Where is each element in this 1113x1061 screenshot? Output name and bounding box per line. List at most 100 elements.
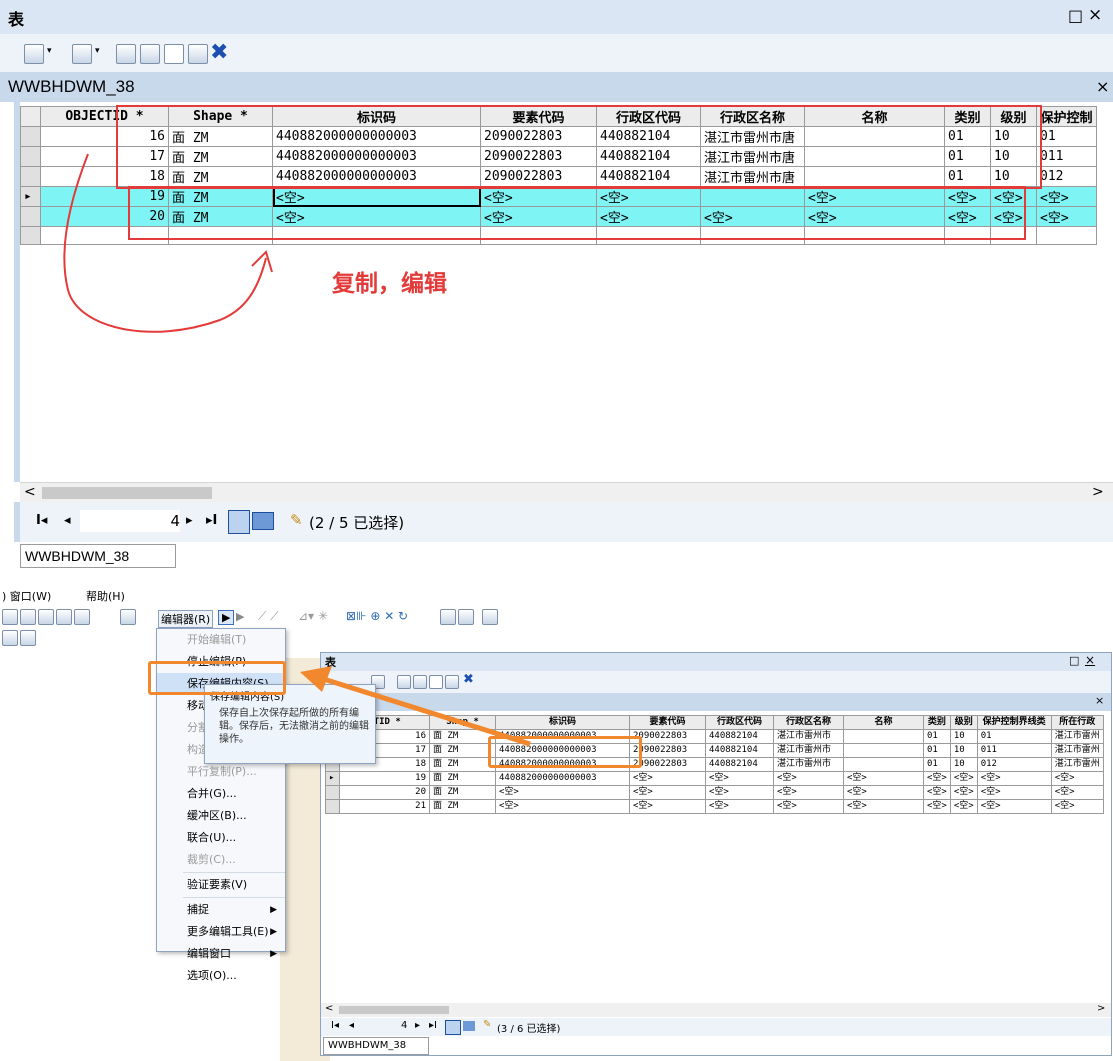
menu-options[interactable]: 选项(O)... [157,965,285,987]
cell-control[interactable]: 01 [1036,126,1097,147]
cell-level[interactable]: 10 [949,729,978,744]
col-header-name[interactable]: 名称 [843,715,924,730]
menu-snapping[interactable]: 捕捉 ▶ [157,899,285,921]
cell-region-code[interactable]: 440882104 [705,729,774,744]
cell-objectid[interactable]: 20 [339,785,430,800]
col-header-control[interactable]: 保护控制 [1036,106,1097,127]
menu-clip[interactable]: 裁剪(C)... [157,849,285,871]
previous-record-button[interactable]: ◂ [349,1020,354,1031]
cell-location[interactable]: 湛江市雷州 [1050,743,1104,758]
cell-region-code[interactable]: <空> [705,771,774,786]
cell-region-name[interactable]: <空> [773,799,844,814]
menu-union[interactable]: 联合(U)... [157,827,285,849]
toolbox-icon[interactable] [56,609,72,625]
split-icon[interactable]: ⊠⊪ ⊕ ✕ ↻ [346,609,408,623]
next-record-button[interactable]: ▸ [415,1020,420,1031]
cell-name[interactable] [843,743,924,758]
cell-control[interactable]: <空> [1036,206,1097,227]
scroll-left-icon[interactable]: < [24,484,36,500]
col-header-location[interactable]: 所在行政 [1050,715,1104,730]
switch-selection-icon[interactable] [140,44,160,64]
table-options-dropdown-icon[interactable]: ▾ [47,46,52,56]
cell-control[interactable]: 011 [976,743,1052,758]
scroll-left-icon[interactable]: < [325,1003,333,1014]
cell-location[interactable]: <空> [1050,799,1104,814]
table-tab-title[interactable]: WWBHDWM_38 [8,77,135,97]
cell-region-code[interactable]: 440882104 [705,743,774,758]
cell-shape[interactable]: 面 ZM [429,799,496,814]
search-window-icon[interactable] [38,609,54,625]
col-header-control-type[interactable]: 保护控制界线类 [976,715,1052,730]
menu-more-editing-tools[interactable]: 更多编辑工具(E) ▶ [157,921,285,943]
maximize-button[interactable]: □ [1068,6,1083,25]
first-record-button[interactable]: I◂ [36,513,47,528]
col-header-level[interactable]: 级别 [949,715,978,730]
cell-category[interactable]: 01 [923,729,951,744]
previous-record-button[interactable]: ◂ [64,513,71,528]
menu-buffer[interactable]: 缓冲区(B)... [157,805,285,827]
menu-merge[interactable]: 合并(G)... [157,783,285,805]
cell-category[interactable]: <空> [923,799,951,814]
scroll-right-icon[interactable]: > [1092,484,1104,500]
close-button[interactable]: × [1088,5,1102,25]
cell-category[interactable]: <空> [923,785,951,800]
layout-icon[interactable] [2,630,18,646]
related-tables-icon[interactable] [72,44,92,64]
cell-objectid[interactable]: 21 [339,799,430,814]
menu-window[interactable]: ) 窗口(W) [2,588,51,604]
cell-code[interactable]: <空> [495,799,630,814]
cell-name[interactable]: <空> [843,799,924,814]
cell-feature-code[interactable]: <空> [629,799,706,814]
table-row[interactable]: ▸ 19 面 ZM 440882000000000003 <空> <空> <空>… [325,771,1104,786]
table-row[interactable]: 20 面 ZM <空> <空> <空> <空> <空> <空> <空> <空> … [325,785,1104,800]
cell-name[interactable] [843,729,924,744]
cell-region-name[interactable]: 湛江市雷州市 [773,757,844,772]
related-tables-dropdown-icon[interactable]: ▾ [95,46,100,56]
construction-icon[interactable]: ⊿▾ ✳ [298,609,328,623]
menu-start-editing[interactable]: 开始编辑(T) [157,629,285,651]
cell-control[interactable]: <空> [976,771,1052,786]
inner-horizontal-scrollbar[interactable]: < > [321,1003,1111,1017]
cell-shape[interactable]: 面 ZM [429,771,496,786]
cell-location[interactable]: <空> [1050,771,1104,786]
inner-close-button[interactable]: × [1085,653,1095,667]
cell-control[interactable]: <空> [976,785,1052,800]
cell-control[interactable]: <空> [976,799,1052,814]
cell-level[interactable]: <空> [949,771,978,786]
col-header-region-name[interactable]: 行政区名称 [773,715,844,730]
cell-feature-code[interactable]: <空> [629,771,706,786]
cell-region-code[interactable]: 440882104 [705,757,774,772]
cell-category[interactable]: 01 [923,743,951,758]
show-all-records-icon[interactable] [445,1020,461,1035]
last-record-button[interactable]: ▸I [206,513,217,528]
inner-bottom-tab[interactable]: WWBHDWM_38 [323,1037,429,1055]
cell-control[interactable]: 011 [1036,146,1097,167]
show-all-records-icon[interactable] [228,510,250,534]
cell-region-name[interactable]: <空> [773,785,844,800]
row-selector-header[interactable] [20,106,41,127]
row-selector[interactable] [325,785,340,800]
col-header-category[interactable]: 类别 [923,715,951,730]
editor-menu-button[interactable]: 编辑器(R) [158,610,214,628]
last-record-button[interactable]: ▸I [429,1020,437,1031]
cell-level[interactable]: <空> [949,799,978,814]
record-number-input[interactable]: 4 [401,1020,407,1031]
catalog-icon[interactable] [20,609,36,625]
col-header-region-code[interactable]: 行政区代码 [705,715,774,730]
first-record-button[interactable]: I◂ [331,1020,339,1031]
cell-level[interactable]: 10 [949,757,978,772]
scroll-right-icon[interactable]: > [1097,1003,1105,1014]
cell-objectid[interactable]: 19 [339,771,430,786]
edit-tool-icon[interactable]: ▶ [218,610,235,625]
table-options-icon[interactable] [24,44,44,64]
horizontal-scrollbar[interactable]: < > [20,482,1113,503]
bottom-table-tab[interactable]: WWBHDWM_38 [20,544,176,568]
cell-region-code[interactable]: <空> [705,799,774,814]
cell-name[interactable] [843,757,924,772]
cell-feature-code[interactable]: <空> [629,785,706,800]
zoom-layout-icon[interactable] [20,630,36,646]
select-by-attributes-icon[interactable] [116,44,136,64]
attributes-icon[interactable] [440,609,456,625]
cell-region-name[interactable]: 湛江市雷州市 [773,729,844,744]
menu-validate-features[interactable]: 验证要素(V) [157,874,285,896]
